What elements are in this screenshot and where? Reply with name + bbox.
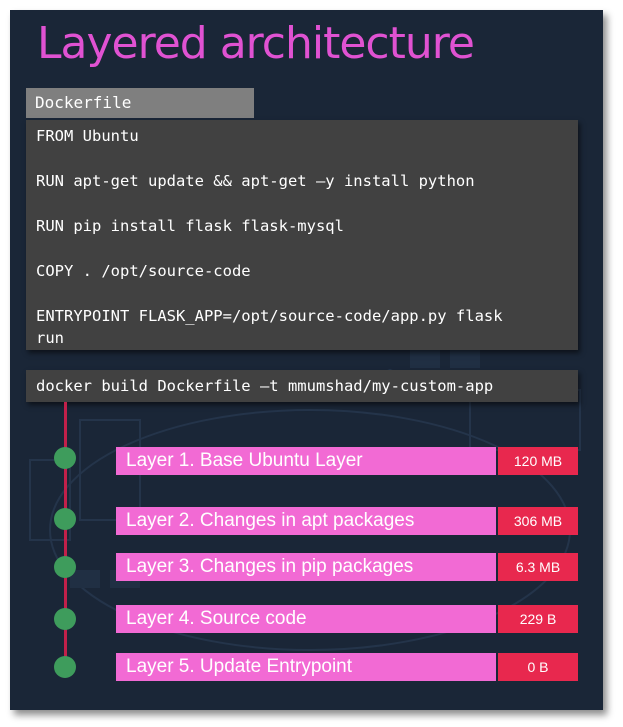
code-line: RUN apt-get update && apt-get –y install… bbox=[36, 172, 475, 190]
layer-size: 120 MB bbox=[498, 447, 578, 475]
layer-size: 229 B bbox=[498, 605, 578, 633]
dockerfile-tab: Dockerfile bbox=[26, 88, 254, 118]
code-line: COPY . /opt/source-code bbox=[36, 262, 251, 280]
layer-label: Layer 5. Update Entrypoint bbox=[116, 653, 496, 681]
layer-label: Layer 4. Source code bbox=[116, 605, 496, 633]
layer-size: 0 B bbox=[498, 653, 578, 681]
code-line: RUN pip install flask flask-mysql bbox=[36, 217, 344, 235]
build-command: docker build Dockerfile –t mmumshad/my-c… bbox=[26, 370, 578, 402]
timeline-dot bbox=[54, 556, 76, 578]
code-line: ENTRYPOINT FLASK_APP=/opt/source-code/ap… bbox=[36, 307, 503, 325]
code-line: FROM Ubuntu bbox=[36, 127, 139, 145]
dockerfile-code-block: FROM Ubuntu RUN apt-get update && apt-ge… bbox=[26, 120, 578, 350]
layer-size: 6.3 MB bbox=[498, 553, 578, 581]
timeline-dot bbox=[54, 608, 76, 630]
code-line: run bbox=[36, 329, 64, 347]
slide: Layered architecture Dockerfile FROM Ubu… bbox=[10, 10, 603, 710]
timeline-dot bbox=[54, 447, 76, 469]
layer-size: 306 MB bbox=[498, 507, 578, 535]
layer-label: Layer 1. Base Ubuntu Layer bbox=[116, 447, 496, 475]
timeline-dot bbox=[54, 508, 76, 530]
layer-label: Layer 2. Changes in apt packages bbox=[116, 507, 496, 535]
timeline-dot bbox=[54, 656, 76, 678]
page-title: Layered architecture bbox=[37, 18, 475, 69]
layer-label: Layer 3. Changes in pip packages bbox=[116, 553, 496, 581]
